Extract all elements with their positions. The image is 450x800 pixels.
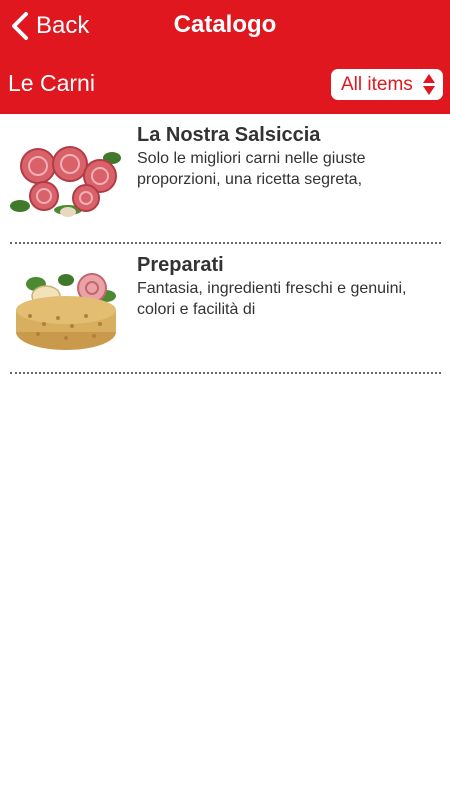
list-item[interactable]: Preparati Fantasia, ingredienti freschi … bbox=[0, 244, 450, 374]
item-description: Fantasia, ingredienti freschi e genuini,… bbox=[137, 280, 407, 318]
filter-select[interactable]: All items bbox=[331, 69, 443, 100]
filter-selected-label: All items bbox=[341, 73, 413, 95]
sausage-photo bbox=[10, 136, 122, 226]
catalog-list: La Nostra Salsiccia Solo le migliori car… bbox=[0, 114, 450, 374]
up-down-arrows-icon bbox=[423, 74, 435, 95]
category-bar: Le Carni All items bbox=[0, 56, 450, 114]
item-description: Solo le migliori carni nelle giuste prop… bbox=[137, 150, 366, 188]
chevron-left-icon bbox=[12, 12, 28, 40]
back-button[interactable]: Back bbox=[8, 6, 89, 46]
prepared-dish-photo bbox=[10, 266, 122, 356]
navigation-bar: Catalogo Back bbox=[0, 0, 450, 56]
item-title: La Nostra Salsiccia bbox=[137, 124, 321, 146]
item-title: Preparati bbox=[137, 254, 224, 276]
list-item[interactable]: La Nostra Salsiccia Solo le migliori car… bbox=[0, 114, 450, 244]
divider bbox=[10, 372, 441, 374]
back-label: Back bbox=[36, 12, 90, 39]
category-title: Le Carni bbox=[8, 70, 95, 96]
